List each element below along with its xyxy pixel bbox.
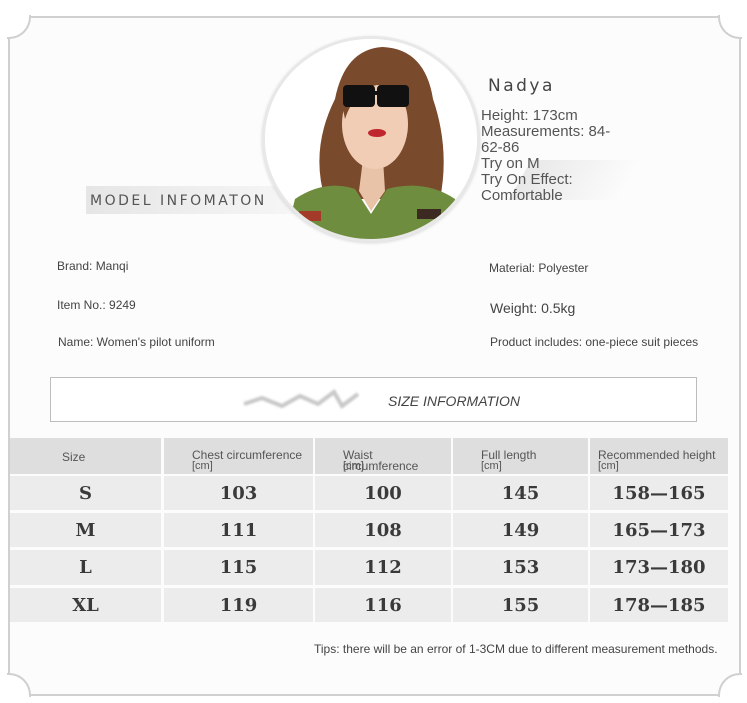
- frame-corner: [718, 673, 742, 697]
- model-try-on: Try on M: [481, 155, 540, 172]
- table-cell-chest: 103: [164, 476, 313, 510]
- size-info-title: SIZE INFORMATION: [388, 393, 520, 409]
- table-cell-size: S: [10, 476, 161, 510]
- table-header-length: Full length [cm]: [453, 438, 588, 474]
- frame-corner: [7, 15, 31, 39]
- model-name: Nadya: [488, 76, 555, 96]
- table-cell-height: 178—185: [590, 588, 728, 622]
- spec-item-no: Item No.: 9249: [57, 298, 136, 312]
- table-cell-chest: 119: [164, 588, 313, 622]
- table-cell-size: L: [10, 550, 161, 585]
- model-height: Height: 173cm: [481, 107, 578, 124]
- table-cell-waist: 116: [315, 588, 451, 622]
- decorative-brush-stroke: [243, 389, 360, 409]
- model-photo-illustration: [265, 39, 477, 239]
- model-try-on-effect: Try On Effect: Comfortable: [481, 171, 573, 204]
- table-cell-length: 155: [453, 588, 588, 622]
- spec-weight: Weight: 0.5kg: [490, 300, 576, 316]
- size-info-banner: [50, 377, 697, 422]
- table-cell-height: 158—165: [590, 476, 728, 510]
- frame-corner: [7, 673, 31, 697]
- spec-material: Material: Polyester: [489, 261, 589, 275]
- table-header-chest: Chest circumference [cm]: [164, 438, 313, 474]
- spec-includes: Product includes: one-piece suit pieces: [490, 335, 699, 349]
- model-details: Height: 173cm Measurements: 84-62-86 Try…: [481, 108, 631, 204]
- table-header-waist: Waist circumference [cm]: [315, 438, 451, 474]
- table-header-size: Size: [10, 438, 161, 474]
- table-cell-waist: 112: [315, 550, 451, 585]
- table-cell-height: 173—180: [590, 550, 728, 585]
- decorative-blur: [104, 140, 200, 168]
- table-cell-chest: 115: [164, 550, 313, 585]
- table-cell-length: 145: [453, 476, 588, 510]
- spec-name: Name: Women's pilot uniform: [58, 335, 215, 349]
- table-cell-length: 153: [453, 550, 588, 585]
- table-cell-waist: 100: [315, 476, 451, 510]
- measurement-tips: Tips: there will be an error of 1-3CM du…: [314, 642, 718, 656]
- table-cell-size: XL: [10, 588, 161, 622]
- model-measurements: Measurements: 84-62-86: [481, 123, 611, 156]
- frame-corner: [718, 15, 742, 39]
- table-cell-height: 165—173: [590, 513, 728, 547]
- table-cell-size: M: [10, 513, 161, 547]
- model-photo: [262, 36, 480, 242]
- table-header-height: Recommended height [cm]: [590, 438, 728, 474]
- spec-brand: Brand: Manqi: [57, 259, 129, 273]
- table-cell-chest: 111: [164, 513, 313, 547]
- model-section-label: MODEL INFOMATON: [90, 193, 267, 209]
- table-cell-length: 149: [453, 513, 588, 547]
- table-cell-waist: 108: [315, 513, 451, 547]
